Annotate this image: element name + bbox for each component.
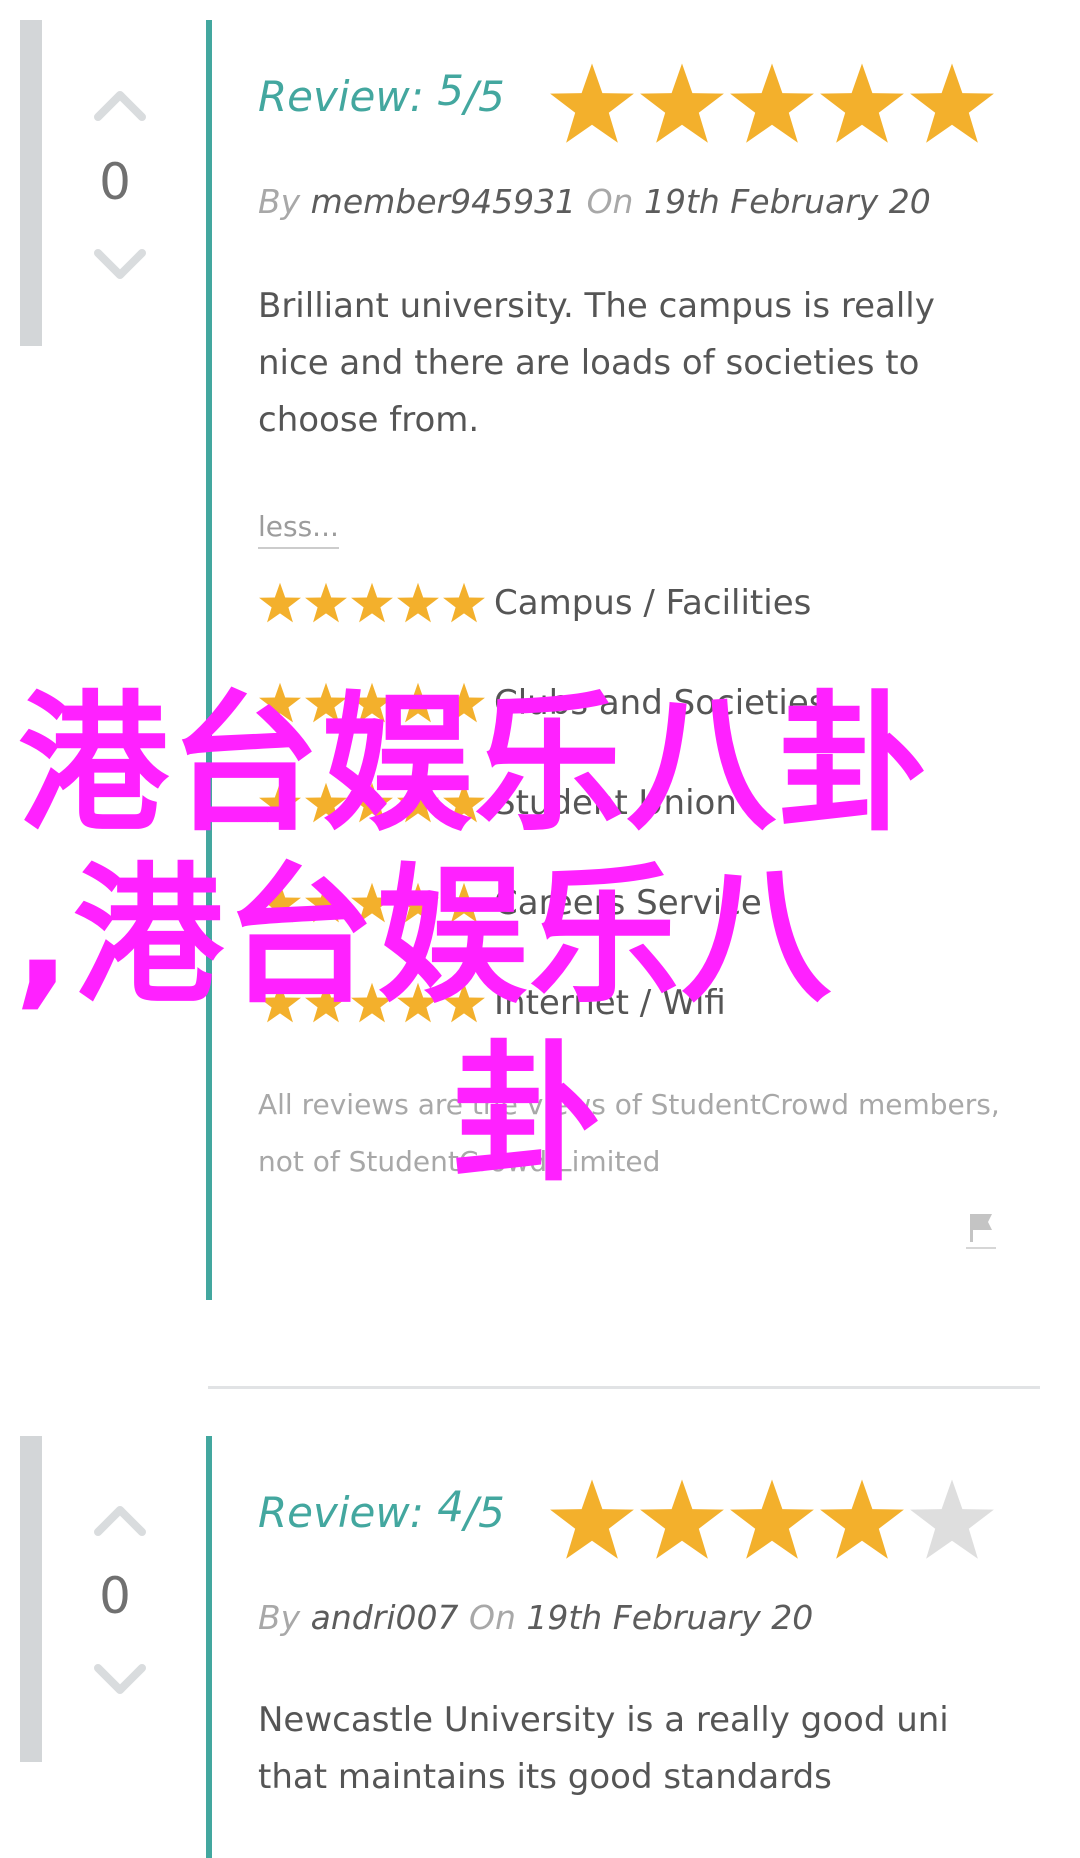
star-icon bbox=[397, 582, 439, 623]
review-out-of: 5 bbox=[478, 1488, 505, 1537]
upvote-chevron-up-icon[interactable] bbox=[90, 85, 150, 125]
star-icon bbox=[640, 1479, 724, 1559]
star-icon bbox=[730, 63, 814, 143]
on-label: On bbox=[468, 1598, 516, 1637]
review-author[interactable]: andri007 bbox=[311, 1598, 459, 1637]
star-icon bbox=[305, 582, 347, 623]
review-separator bbox=[208, 1386, 1040, 1389]
review-author[interactable]: member945931 bbox=[311, 182, 576, 221]
star-icon bbox=[550, 63, 634, 143]
review-byline: By member945931 On 19th February 20 bbox=[258, 182, 931, 221]
review-accent-line bbox=[206, 1436, 212, 1858]
star-icon bbox=[910, 63, 994, 143]
review-out-of: 5 bbox=[478, 72, 505, 121]
downvote-chevron-down-icon[interactable] bbox=[90, 245, 150, 285]
overlay-text-line-1: 港台娱乐八卦 bbox=[18, 678, 931, 852]
review-disclaimer: All reviews are the views of StudentCrow… bbox=[258, 1088, 1000, 1178]
review-score: 4 bbox=[437, 1482, 464, 1531]
review-heading: Review: 5/5 bbox=[258, 66, 505, 121]
vote-count: 0 bbox=[99, 1567, 131, 1625]
review-date: 19th February 20 bbox=[643, 182, 931, 221]
category-row: Campus / Facilities bbox=[258, 578, 811, 628]
review-label: Review: bbox=[258, 72, 424, 121]
by-label: By bbox=[258, 182, 301, 221]
star-icon bbox=[910, 1479, 994, 1559]
by-label: By bbox=[258, 1598, 301, 1637]
review-byline: By andri007 On 19th February 20 bbox=[258, 1598, 813, 1637]
report-flag-icon[interactable] bbox=[966, 1210, 996, 1250]
overall-rating-stars bbox=[548, 1476, 996, 1566]
on-label: On bbox=[586, 182, 634, 221]
star-icon bbox=[640, 63, 724, 143]
star-icon bbox=[820, 1479, 904, 1559]
star-icon bbox=[550, 1479, 634, 1559]
review-label: Review: bbox=[258, 1488, 424, 1537]
overlay-text-line-3: 卦 bbox=[452, 1028, 603, 1202]
review-date: 19th February 20 bbox=[526, 1598, 814, 1637]
star-icon bbox=[259, 582, 301, 623]
star-icon bbox=[351, 582, 393, 623]
review-score: 5 bbox=[437, 66, 464, 115]
category-stars bbox=[258, 581, 486, 625]
star-icon bbox=[443, 582, 485, 623]
vote-count: 0 bbox=[99, 153, 131, 211]
category-label: Campus / Facilities bbox=[494, 583, 812, 623]
review-heading: Review: 4/5 bbox=[258, 1482, 505, 1537]
review-text: Newcastle University is a really good un… bbox=[258, 1700, 949, 1797]
vote-bar bbox=[20, 20, 42, 346]
overall-rating-stars bbox=[548, 60, 996, 150]
less-link[interactable]: less... bbox=[258, 510, 339, 549]
review-text: Brilliant university. The campus is real… bbox=[258, 286, 935, 440]
review-accent-line bbox=[206, 20, 212, 1300]
star-icon bbox=[820, 63, 904, 143]
overlay-text-line-2: ,港台娱乐八 bbox=[14, 850, 833, 1024]
upvote-chevron-up-icon[interactable] bbox=[90, 1500, 150, 1540]
star-icon bbox=[730, 1479, 814, 1559]
vote-bar bbox=[20, 1436, 42, 1762]
downvote-chevron-down-icon[interactable] bbox=[90, 1660, 150, 1700]
